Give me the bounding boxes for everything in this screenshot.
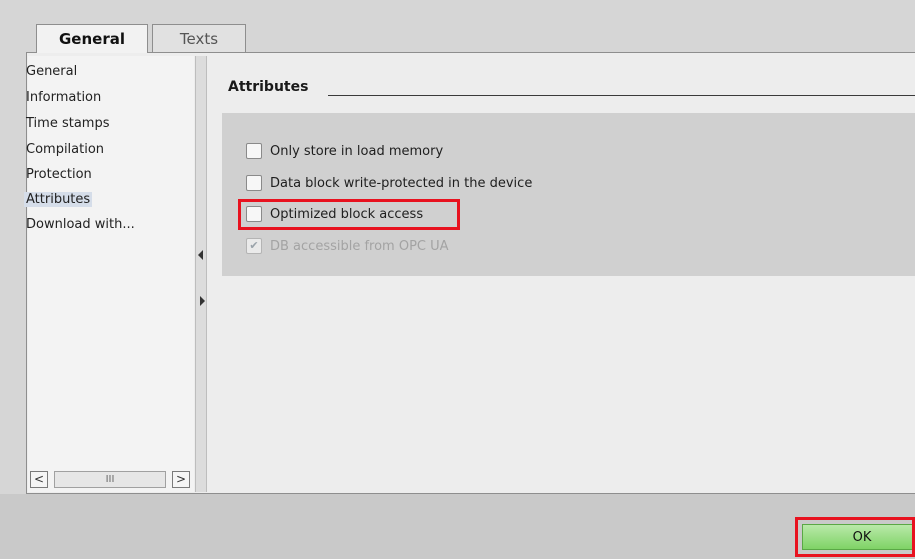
option-only-store-in-load-memory[interactable]: Only store in load memory [246,143,443,159]
sidebar-item-protection[interactable]: Protection [26,167,92,182]
highlight-box-ok [795,517,915,557]
checkbox-label: Data block write-protected in the device [270,175,533,191]
section-title: Attributes [228,79,309,95]
scroll-thumb[interactable]: III [54,471,166,488]
sidebar-item-time-stamps[interactable]: Time stamps [26,116,109,131]
sidebar-item-attributes[interactable]: Attributes [24,192,93,207]
expand-right-icon[interactable] [200,296,205,306]
checkbox-label: Only store in load memory [270,143,444,159]
collapse-left-icon[interactable] [198,250,203,260]
sidebar-item-information[interactable]: Information [26,90,101,105]
option-db-accessible-opc-ua: ✔ DB accessible from OPC UA [246,238,449,254]
check-icon: ✔ [246,238,262,254]
sidebar-item-download-with[interactable]: Download with... [26,217,135,232]
highlight-box-optimized [238,199,460,230]
sidebar-item-compilation[interactable]: Compilation [26,142,104,157]
sidebar-horizontal-scrollbar[interactable]: < III > [30,470,192,490]
checkbox[interactable] [246,175,262,191]
checkbox[interactable] [246,143,262,159]
scroll-left-button[interactable]: < [30,471,48,488]
option-write-protected[interactable]: Data block write-protected in the device [246,175,532,191]
checkbox-label: DB accessible from OPC UA [270,238,449,254]
pane-splitter[interactable] [195,56,207,492]
scroll-right-button[interactable]: > [172,471,190,488]
tab-texts[interactable]: Texts [152,24,246,52]
sidebar-item-general[interactable]: General [26,64,77,79]
dialog-footer [0,494,915,559]
tab-general[interactable]: General [36,24,148,53]
section-divider [328,95,915,96]
